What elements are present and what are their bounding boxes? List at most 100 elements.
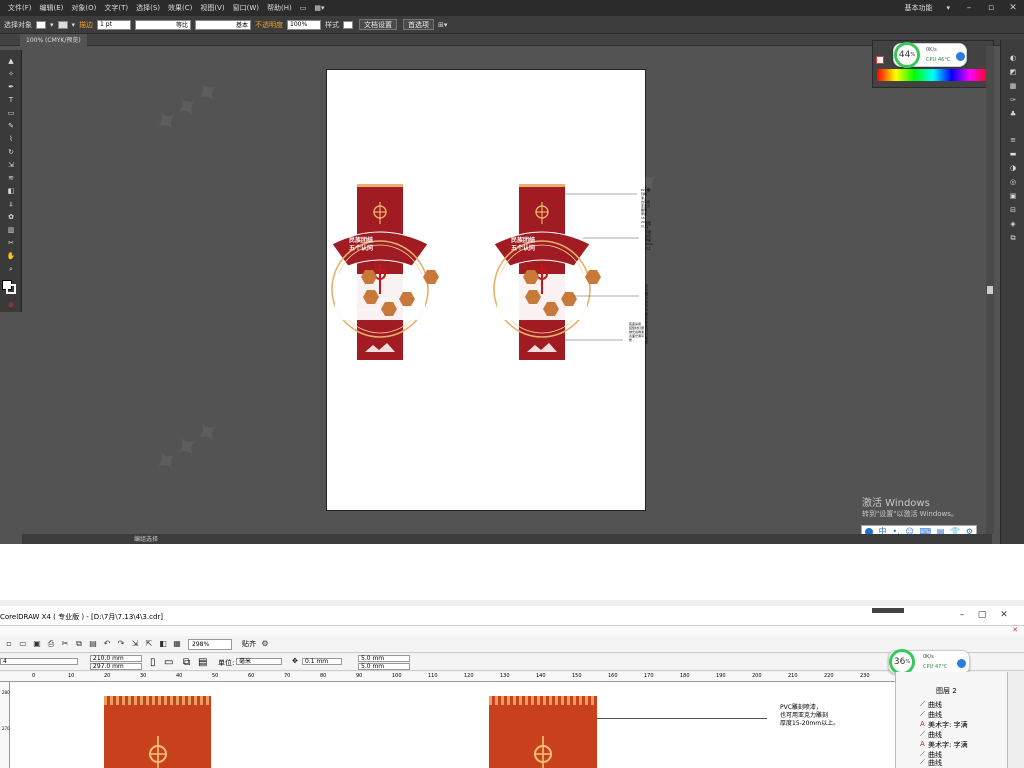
type-tool-icon[interactable]: T [6,95,16,105]
workspace-switcher[interactable]: 基本功能 [904,3,932,13]
bridge-icon[interactable]: ▭ [300,4,307,12]
paper-size-dropdown[interactable]: 4 [0,658,78,665]
pencil-tool-icon[interactable]: ✎ [6,121,16,131]
stroke-color-box[interactable] [6,284,16,294]
graphic-style-swatch[interactable] [343,20,354,29]
maximize-button[interactable]: ▢ [972,610,992,622]
snap-to-dropdown[interactable]: 贴齐 [242,639,256,649]
hand-tool-icon[interactable]: ✋ [6,251,16,261]
menu-object[interactable]: 对象(O) [71,3,96,13]
accelerate-icon[interactable] [957,659,966,668]
copy-icon[interactable]: ⧉ [74,639,84,649]
drawing-canvas[interactable]: PVC雕刻喷漆， 也可用亚克力雕刻 厚度15-20mm以上。 36% 0K/s … [10,649,970,768]
red-signboard[interactable] [489,696,597,768]
object-item[interactable]: 美术字: 字满 [928,720,968,730]
document-tab[interactable]: 100% (CMYK/预览) [20,34,87,46]
undo-icon[interactable]: ↶ [102,639,112,649]
object-item[interactable]: 曲线 [928,730,942,740]
landscape-icon[interactable]: ▭ [164,657,173,668]
fill-swatch[interactable] [36,20,46,29]
object-item[interactable]: 曲线 [928,710,942,720]
page-width-field[interactable]: 210.0 mm [90,655,142,662]
fill-dropdown-icon[interactable]: ▾ [50,21,54,29]
layer-header[interactable]: 图层 2 [936,686,957,696]
appearance-panel-icon[interactable]: ◎ [1008,178,1018,187]
gradient-tool-icon[interactable]: ◧ [6,186,16,196]
brushes-panel-icon[interactable]: ✑ [1008,96,1018,105]
stroke-panel-icon[interactable]: ≡ [1008,136,1018,145]
layers-panel-icon[interactable]: ◈ [1008,220,1018,229]
transparency-panel-icon[interactable]: ◑ [1008,164,1018,173]
import-icon[interactable]: ⇲ [130,639,140,649]
open-icon[interactable]: ▭ [18,639,28,649]
app-launcher-icon[interactable]: ◧ [158,639,168,649]
gradient-panel-icon[interactable]: ▬ [1008,150,1018,159]
scale-tool-icon[interactable]: ⇲ [6,160,16,170]
page-height-field[interactable]: 297.0 mm [90,663,142,670]
magic-wand-tool-icon[interactable]: ✧ [6,69,16,79]
menu-view[interactable]: 视图(V) [200,3,224,13]
none-color-icon[interactable]: ⊘ [6,300,16,310]
symbol-tool-icon[interactable]: ✿ [6,212,16,222]
arrange-icon[interactable]: ▦▾ [314,4,324,12]
stroke-weight-field[interactable]: 1 pt [97,19,132,30]
new-icon[interactable]: ▫ [4,639,14,649]
brush-tool-icon[interactable]: ⌇ [6,134,16,144]
workspace-dropdown-icon[interactable]: ▾ [946,4,950,12]
menu-effect[interactable]: 效果(C) [168,3,192,13]
eyedropper-tool-icon[interactable]: ⍋ [6,199,16,209]
doc-close-icon[interactable]: ✕ [1012,626,1018,634]
object-item[interactable]: 曲线 [928,700,942,710]
symbols-panel-icon[interactable]: ♣ [1008,110,1018,119]
graphic-styles-panel-icon[interactable]: ▣ [1008,192,1018,201]
document-setup-button[interactable]: 文档设置 [359,19,398,30]
close-button[interactable]: ✕ [994,610,1014,622]
align-panel-icon[interactable]: ⊟ [1008,206,1018,215]
menu-type[interactable]: 文字(T) [104,3,128,13]
object-item[interactable]: 美术字: 字满 [928,740,968,750]
duplicate-y-field[interactable]: 5.0 mm [358,663,410,670]
options-icon[interactable]: ⚙ [260,639,270,649]
export-icon[interactable]: ⇱ [144,639,154,649]
variable-width-profile[interactable]: 等比 [135,19,192,30]
none-swatch[interactable] [876,56,884,64]
accelerate-icon[interactable] [956,52,965,61]
menu-file[interactable]: 文件(F) [8,3,32,13]
warp-tool-icon[interactable]: ≋ [6,173,16,183]
artboards-panel-icon[interactable]: ⧉ [1008,234,1018,243]
units-dropdown[interactable]: 毫米 [236,658,282,665]
opacity-label[interactable]: 不透明度 [255,20,283,30]
align-icon[interactable]: ⊞▾ [438,21,447,29]
restore-button[interactable]: ▫ [980,0,1002,16]
stroke-label[interactable]: 描边 [79,20,93,30]
menu-select[interactable]: 选择(S) [136,3,160,13]
paste-icon[interactable]: ▤ [88,639,98,649]
guide-panel-icon[interactable]: ◩ [1008,68,1018,77]
duplicate-x-field[interactable]: 5.0 mm [358,655,410,662]
menu-edit[interactable]: 编辑(E) [40,3,64,13]
stroke-dropdown-icon[interactable]: ▾ [72,21,76,29]
rectangle-tool-icon[interactable]: ▭ [6,108,16,118]
nudge-distance-field[interactable]: 0.1 mm [302,658,342,665]
slice-tool-icon[interactable]: ✂ [6,238,16,248]
zoom-level[interactable]: 298% [188,638,232,650]
color-spectrum[interactable] [877,69,989,81]
menu-help[interactable]: 帮助(H) [267,3,292,13]
swatches-panel-icon[interactable]: ▦ [1008,82,1018,91]
save-icon[interactable]: ▣ [32,639,42,649]
zoom-tool-icon[interactable]: ⌕ [6,264,16,274]
close-button[interactable]: ✕ [1002,0,1024,16]
welcome-icon[interactable]: ▦ [172,639,182,649]
print-icon[interactable]: ⎙ [46,639,56,649]
pen-tool-icon[interactable]: ✒ [6,82,16,92]
vertical-scrollbar[interactable] [986,46,994,534]
stroke-swatch[interactable] [57,20,68,29]
opacity-field[interactable]: 100% [287,19,322,30]
color-panel-icon[interactable]: ◐ [1008,54,1018,63]
minimize-button[interactable]: – [958,0,980,16]
selection-tool-icon[interactable]: ▲ [6,56,16,66]
preferences-button[interactable]: 首选项 [403,19,435,30]
rotate-tool-icon[interactable]: ↻ [6,147,16,157]
scroll-thumb[interactable] [987,286,993,294]
portrait-icon[interactable]: ▯ [150,657,156,668]
